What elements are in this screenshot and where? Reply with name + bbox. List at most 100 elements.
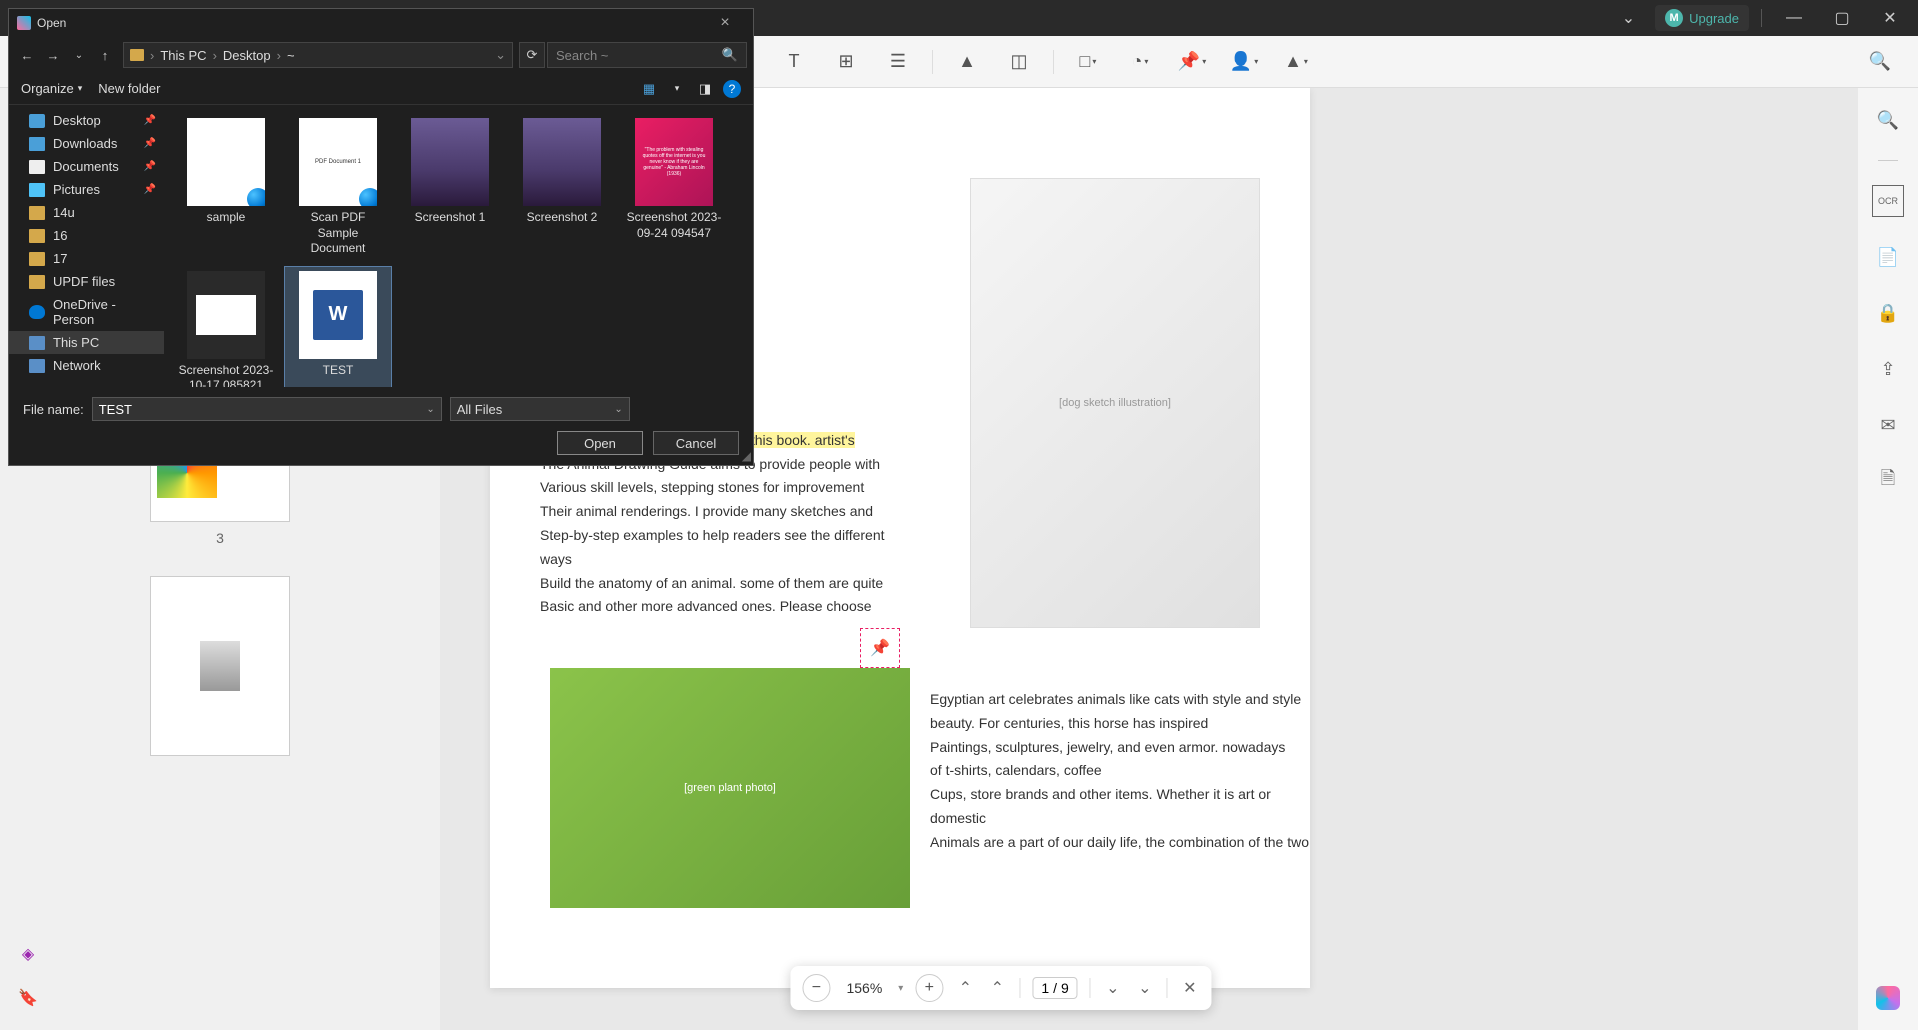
tree-item-onedrive---person[interactable]: OneDrive - Person: [9, 293, 164, 331]
breadcrumb-bar[interactable]: › This PC › Desktop › ~ ⌄: [123, 42, 513, 68]
preview-pane-icon[interactable]: ◨: [695, 79, 715, 99]
file-item[interactable]: Screenshot 2: [508, 113, 616, 262]
doc-text: of t-shirts, calendars, coffee: [930, 759, 1310, 783]
page-indicator[interactable]: 1 / 9: [1032, 977, 1077, 999]
text-box-icon[interactable]: ⊞: [828, 44, 864, 80]
filename-input[interactable]: TEST⌄: [92, 397, 442, 421]
zoom-level: 156%: [842, 980, 886, 996]
upgrade-button[interactable]: M Upgrade: [1655, 5, 1749, 31]
help-icon[interactable]: ?: [723, 80, 741, 98]
folder-tree: Desktop📌Downloads📌Documents📌Pictures📌14u…: [9, 105, 164, 387]
tree-item-updf-files[interactable]: UPDF files: [9, 270, 164, 293]
cancel-button[interactable]: Cancel: [653, 431, 739, 455]
next-page-icon[interactable]: ⌄: [1103, 978, 1123, 998]
thumbnail-page-4[interactable]: [20, 576, 420, 764]
zoom-out-button[interactable]: −: [802, 974, 830, 1002]
doc-text: beauty. For centuries, this horse has in…: [930, 712, 1310, 736]
prev-page-icon[interactable]: ⌃: [987, 978, 1007, 998]
nav-back-button[interactable]: ←: [15, 43, 39, 67]
page-icon[interactable]: 📄: [1872, 241, 1904, 273]
tree-item-network[interactable]: Network: [9, 354, 164, 377]
file-item[interactable]: sample: [172, 113, 280, 262]
close-button[interactable]: ✕: [1870, 3, 1910, 33]
refresh-button[interactable]: ⟳: [519, 42, 545, 68]
search-input[interactable]: Search ~ 🔍: [547, 42, 747, 68]
folder-icon: [130, 49, 144, 61]
file-thumbnail: [523, 118, 601, 206]
open-button[interactable]: Open: [557, 431, 643, 455]
pc-icon: [29, 336, 45, 350]
file-item[interactable]: PDF Document 1Scan PDF Sample Document: [284, 113, 392, 262]
align-icon[interactable]: ☰: [880, 44, 916, 80]
fill-tool-icon[interactable]: ◔: [1122, 44, 1158, 80]
view-mode-icon[interactable]: ▦: [639, 79, 659, 99]
nav-up-button[interactable]: ↑: [93, 43, 117, 67]
organize-menu[interactable]: Organize▾: [21, 81, 82, 96]
zoom-in-button[interactable]: +: [915, 974, 943, 1002]
file-item[interactable]: WTEST: [284, 266, 392, 387]
close-toolbar-icon[interactable]: ✕: [1180, 978, 1200, 998]
dialog-titlebar: Open ×: [9, 9, 753, 37]
person-tool-icon[interactable]: 👤: [1226, 44, 1262, 80]
filename-label: File name:: [23, 402, 84, 417]
pic-icon: [29, 183, 45, 197]
resize-grip-icon[interactable]: ◢: [742, 449, 751, 463]
dialog-close-button[interactable]: ×: [705, 14, 745, 32]
maximize-button[interactable]: ▢: [1822, 3, 1862, 33]
highlighter-icon[interactable]: ▲: [949, 44, 985, 80]
minimize-button[interactable]: —: [1774, 3, 1814, 33]
titlebar-dropdown-icon[interactable]: ⌄: [1610, 2, 1647, 34]
marker-tool-icon[interactable]: ▲: [1278, 44, 1314, 80]
zoom-tool-icon[interactable]: 🔍: [1872, 104, 1904, 136]
last-page-icon[interactable]: ⌄: [1135, 978, 1155, 998]
first-page-icon[interactable]: ⌃: [955, 978, 975, 998]
tree-item-14u[interactable]: 14u: [9, 201, 164, 224]
pin-icon: 📌: [144, 115, 156, 126]
breadcrumb-item[interactable]: ~: [287, 48, 295, 63]
net-icon: [29, 359, 45, 373]
breadcrumb-item[interactable]: Desktop: [223, 48, 271, 63]
tree-item-desktop[interactable]: Desktop📌: [9, 109, 164, 132]
breadcrumb-dropdown-icon[interactable]: ⌄: [495, 47, 506, 63]
file-item[interactable]: Screenshot 2023-10-17 085821: [172, 266, 280, 387]
file-item[interactable]: "The problem with stealing quotes off th…: [620, 113, 728, 262]
nav-forward-button[interactable]: →: [41, 43, 65, 67]
tree-item-pictures[interactable]: Pictures📌: [9, 178, 164, 201]
file-thumbnail: [187, 118, 265, 206]
folder-icon: [29, 252, 45, 266]
tree-item-label: UPDF files: [53, 274, 115, 289]
lock-page-icon[interactable]: 🔒: [1872, 297, 1904, 329]
tree-item-16[interactable]: 16: [9, 224, 164, 247]
mail-icon[interactable]: ✉: [1872, 409, 1904, 441]
tree-item-label: 17: [53, 251, 67, 266]
ocr-icon[interactable]: OCR: [1872, 185, 1904, 217]
tree-item-downloads[interactable]: Downloads📌: [9, 132, 164, 155]
filetype-select[interactable]: All Files⌄: [450, 397, 630, 421]
tree-item-documents[interactable]: Documents📌: [9, 155, 164, 178]
share-icon[interactable]: ⇪: [1872, 353, 1904, 385]
eraser-icon[interactable]: ◫: [1001, 44, 1037, 80]
shape-tool-icon[interactable]: □: [1070, 44, 1106, 80]
tree-item-this-pc[interactable]: This PC: [9, 331, 164, 354]
bookmark-icon[interactable]: 🔖: [16, 986, 40, 1010]
file-item[interactable]: Screenshot 1: [396, 113, 504, 262]
search-icon[interactable]: 🔍: [1862, 44, 1898, 80]
pin-annotation[interactable]: 📌: [860, 628, 900, 668]
search-icon: 🔍: [722, 47, 738, 63]
breadcrumb-item[interactable]: This PC: [160, 48, 206, 63]
view-dropdown-icon[interactable]: ▾: [667, 79, 687, 99]
user-avatar: M: [1665, 9, 1683, 27]
text-tool-icon[interactable]: T: [776, 44, 812, 80]
print-icon[interactable]: 🗎: [1872, 465, 1904, 497]
app-logo-icon[interactable]: [1876, 986, 1900, 1010]
pin-icon: 📌: [144, 138, 156, 149]
zoom-dropdown-icon[interactable]: ▾: [898, 983, 903, 994]
tree-item-17[interactable]: 17: [9, 247, 164, 270]
new-folder-button[interactable]: New folder: [98, 81, 160, 96]
layers-icon[interactable]: ◈: [16, 942, 40, 966]
doc-text: Build the anatomy of an animal. some of …: [540, 575, 883, 591]
folder-icon: [29, 275, 45, 289]
nav-recent-dropdown-icon[interactable]: ⌄: [67, 43, 91, 67]
pin-tool-icon[interactable]: 📌: [1174, 44, 1210, 80]
file-thumbnail: W: [299, 271, 377, 359]
